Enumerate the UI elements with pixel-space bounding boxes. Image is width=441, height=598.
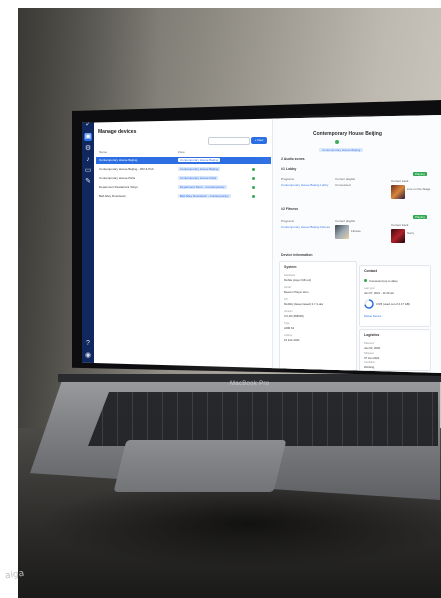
new-device-button[interactable]: + New — [251, 137, 267, 144]
fitness-playing-badge: Playing — [413, 215, 427, 219]
system-key: Version — [284, 310, 293, 313]
device-detail-panel: Contemporary House Beijing Contemporary … — [272, 115, 441, 373]
status-dot — [252, 195, 255, 198]
logistics-card-title: Logistics — [364, 333, 380, 337]
status-dot — [252, 186, 255, 189]
laptop-keyboard — [88, 392, 438, 446]
search-input[interactable] — [208, 137, 250, 145]
fitness-track-value: Sorry — [407, 231, 415, 235]
status-dot — [252, 168, 255, 171]
screen-icon[interactable]: ▭ — [84, 167, 92, 175]
system-value: 3.6.18 (368000) — [284, 314, 304, 318]
logistics-key: Planned — [364, 342, 374, 345]
table-row[interactable]: Deparment Restaurant Tokyo Deparment Sto… — [96, 184, 271, 191]
zone-badge: Contemporary House Beijing — [319, 148, 364, 152]
device-name: Contemporary House Beijing - DM & Pub — [99, 167, 154, 171]
storage-ring — [364, 299, 374, 309]
page-title: Manage devices — [98, 129, 137, 135]
system-value: 19 Feb 2021 — [284, 338, 300, 342]
fitness-track-label: Current track — [391, 223, 409, 227]
fitness-program-label: Programs — [281, 219, 295, 223]
fitness-playlist-value: Fitness — [351, 229, 361, 233]
devices-icon[interactable]: ▣ — [84, 133, 92, 141]
connected-dot — [364, 279, 367, 282]
app-nav-rail: ✓ ▣ ⚙ ♪ ▭ ✎ ? ◉ — [82, 115, 94, 373]
zone-tag: Contemporary House Beijing — [178, 158, 221, 162]
status-dot — [252, 177, 255, 180]
settings-icon[interactable]: ⚙ — [84, 145, 92, 153]
table-row[interactable]: Contemporary House Paris Contemporary Ho… — [96, 175, 271, 182]
zone-status-dot — [335, 140, 339, 144]
system-key: OS — [284, 298, 288, 301]
table-row[interactable]: Contemporary House Beijing - DM & Pub Co… — [96, 166, 271, 173]
system-card: System Hardware Mobile player (Mini-A) S… — [279, 261, 357, 371]
laptop-screen: ✓ ▣ ⚙ ♪ ▭ ✎ ? ◉ Manage devices + New Nam… — [82, 115, 441, 373]
lobby-track-value: Live on the Stage — [407, 187, 431, 191]
logistics-value: 07 Jan 2021 — [364, 356, 380, 360]
lobby-playlist-label: Current playlist — [335, 177, 356, 181]
lobby-playing-badge: Playing — [413, 172, 427, 176]
edit-icon[interactable]: ✎ — [84, 178, 92, 186]
fitness-album-art — [391, 229, 405, 243]
logistics-card: Logistics Planned Jan 03, 2020 Shipped 0… — [359, 329, 431, 371]
device-name: Bell Alley Downtown — [99, 194, 127, 198]
system-value: Mobile player (Mini-A) — [284, 278, 312, 282]
fitness-playlist-art — [335, 225, 349, 239]
zone-tag: Bell Alley Downtown - Contemporary — [178, 194, 231, 198]
zone-tag: Contemporary House Paris — [178, 176, 219, 180]
device-info-heading: Device information — [281, 253, 313, 257]
last-sync-value: Jan 07, 2021 - 11:00 am — [364, 291, 395, 295]
zone-title: Contemporary House Beijing — [313, 131, 382, 137]
contact-card-title: Contact — [364, 269, 378, 273]
logistics-value: Working — [364, 365, 375, 369]
account-icon[interactable]: ◉ — [84, 352, 92, 360]
system-key: Serial — [284, 286, 291, 289]
audio-zones-heading: 2 Audio zones — [281, 157, 305, 161]
delete-device-button[interactable]: Delete Device — [364, 314, 381, 318]
device-name: Deparment Restaurant Tokyo — [99, 185, 138, 189]
manage-devices-panel: Manage devices + New Name Zone Contempor… — [96, 125, 271, 365]
column-header-name[interactable]: Name — [99, 150, 107, 154]
fitness-heading: #2 Fitness — [281, 207, 299, 211]
fitness-program-link[interactable]: Contemporary House Beijing Fitness — [281, 225, 330, 229]
system-value: ARM 64 — [284, 326, 295, 330]
table-row[interactable]: Contemporary House Beijing Contemporary … — [96, 157, 271, 164]
system-value: Mobility (Easy-based) 2.7.4-dev — [284, 302, 324, 306]
zone-tag: Contemporary House Beijing — [178, 167, 221, 171]
column-header-zone[interactable]: Zone — [178, 150, 185, 154]
system-key: Hardware — [284, 274, 296, 277]
logistics-key: Condition — [364, 361, 375, 364]
lobby-heading: #1 Lobby — [281, 167, 297, 171]
lobby-program-label: Programs — [281, 177, 295, 181]
connected-label: Connected (up to date) — [369, 279, 398, 283]
device-name: Contemporary House Paris — [99, 176, 136, 180]
zone-tag: Deparment Store - Contemporary — [178, 185, 227, 189]
music-icon[interactable]: ♪ — [84, 156, 92, 164]
laptop-model-label: MacBook Pro — [230, 381, 270, 387]
last-sync-label: Last sync — [364, 287, 375, 290]
laptop-trackpad — [113, 440, 287, 492]
system-key: Type — [284, 322, 290, 325]
lobby-playlist-value: Unmounted — [335, 183, 351, 187]
fitness-playlist-label: Current playlist — [335, 219, 356, 223]
contact-card: Contact Connected (up to date) Last sync… — [359, 265, 431, 327]
lobby-program-link[interactable]: Contemporary House Beijing Lobby — [281, 183, 328, 187]
system-card-title: System — [284, 265, 297, 269]
system-value: Beacon Player Zero — [284, 290, 309, 294]
lobby-track-label: Current track — [391, 179, 409, 183]
table-row[interactable]: Bell Alley Downtown Bell Alley Downtown … — [96, 193, 271, 200]
lobby-album-art — [391, 185, 405, 199]
storage-label: 3.6/5 (used out of 4.17 GB) — [376, 302, 410, 306]
logistics-value: Jan 03, 2020 — [364, 346, 381, 350]
logistics-key: Shipped — [364, 352, 374, 355]
system-key: Uptime — [284, 334, 293, 337]
help-icon[interactable]: ? — [84, 340, 92, 348]
device-name: Contemporary House Beijing — [99, 158, 138, 162]
